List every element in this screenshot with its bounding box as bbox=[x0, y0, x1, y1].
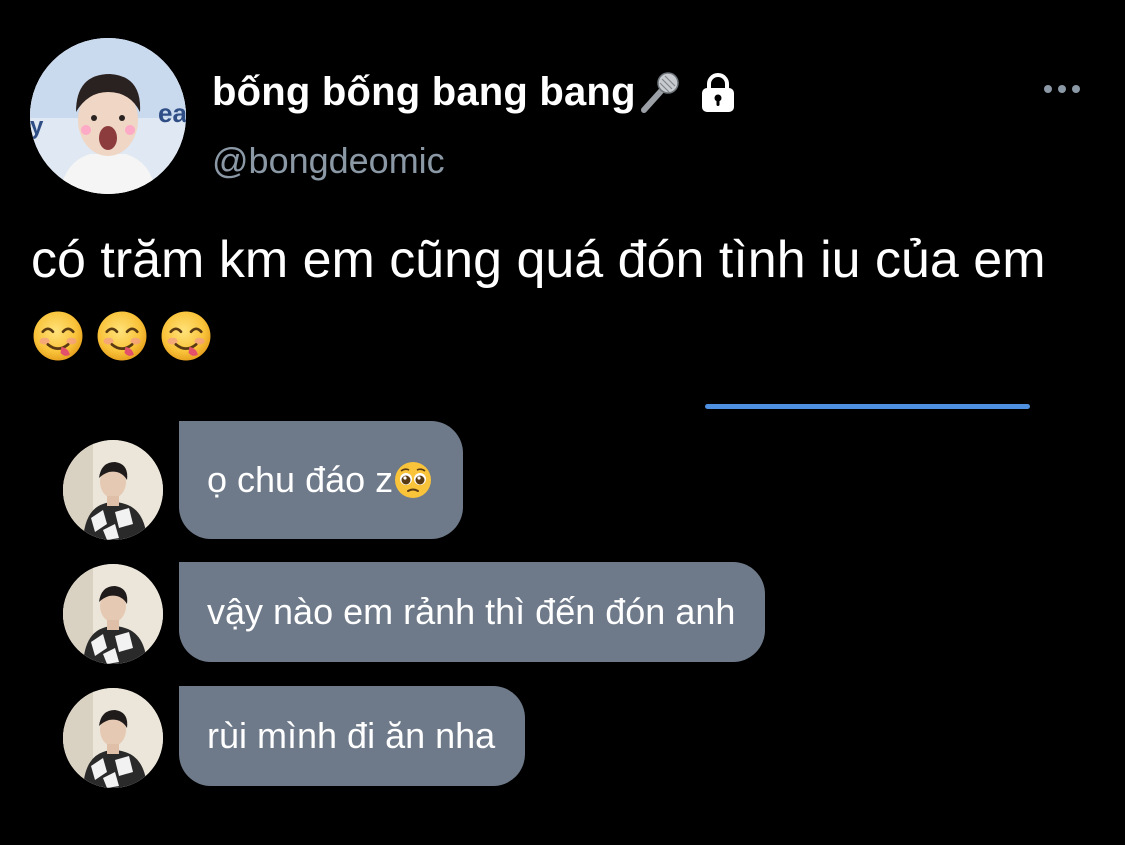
display-name[interactable]: bống bống bang bang bbox=[212, 70, 636, 115]
image-top-border bbox=[705, 404, 1030, 409]
more-horizontal-icon[interactable] bbox=[1040, 78, 1084, 100]
contact-avatar[interactable] bbox=[63, 564, 163, 664]
message-bubble: vậy nào em rảnh thì đến đón anh bbox=[179, 562, 766, 662]
profile-avatar[interactable]: eau y bbox=[30, 38, 186, 194]
message-text: ọ chu đáo z bbox=[207, 459, 394, 500]
lock-icon bbox=[696, 70, 740, 114]
display-name-row: bống bống bang bang bbox=[212, 64, 740, 120]
message-bubble: rùi mình đi ăn nha bbox=[179, 686, 526, 786]
microphone-icon bbox=[638, 70, 682, 114]
user-handle[interactable]: @bongdeomic bbox=[212, 140, 445, 182]
tweet-body: có trăm km em cũng quá đón tình iu của e… bbox=[31, 231, 1046, 289]
face-savoring-food-emoji bbox=[31, 308, 85, 362]
svg-text:y: y bbox=[30, 113, 44, 140]
message-text: rùi mình đi ăn nha bbox=[207, 715, 496, 756]
face-savoring-food-emoji bbox=[95, 308, 149, 362]
contact-avatar[interactable] bbox=[63, 440, 163, 540]
pleading-face-emoji bbox=[393, 460, 433, 500]
face-savoring-food-emoji bbox=[159, 308, 213, 362]
svg-text:eau: eau bbox=[158, 98, 186, 128]
tweet-text: có trăm km em cũng quá đón tình iu của e… bbox=[31, 222, 1091, 374]
message-text: vậy nào em rảnh thì đến đón anh bbox=[207, 591, 736, 632]
contact-avatar[interactable] bbox=[63, 688, 163, 788]
message-bubble: ọ chu đáo z bbox=[179, 421, 464, 539]
